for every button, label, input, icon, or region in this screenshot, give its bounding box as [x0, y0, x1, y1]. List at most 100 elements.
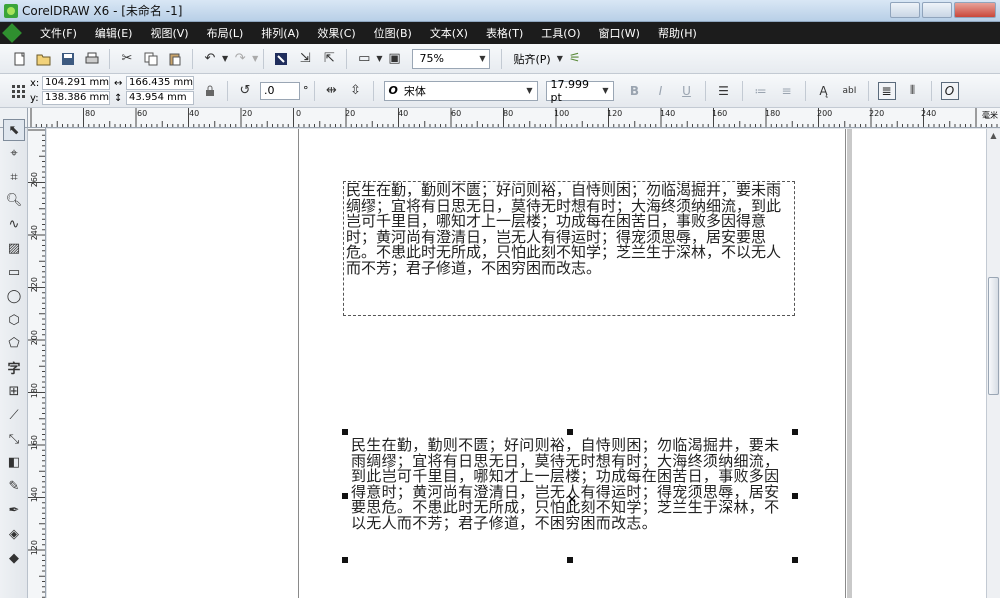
menu-view[interactable]: 视图(V) — [141, 25, 197, 41]
resize-handle-top-left[interactable] — [342, 429, 348, 435]
snap-dropdown-icon[interactable]: ▼ — [557, 54, 563, 63]
menu-window[interactable]: 窗口(W) — [590, 25, 649, 41]
new-document-icon[interactable] — [11, 50, 29, 68]
text-tool-icon[interactable]: 字 — [3, 356, 25, 378]
redo-icon[interactable]: ↷ — [231, 50, 249, 68]
snap-to-button[interactable]: 贴齐(P) — [507, 51, 556, 67]
redo-dropdown-icon[interactable]: ▼ — [252, 54, 258, 63]
full-screen-preview-icon[interactable]: ▣ — [385, 50, 403, 68]
freehand-tool-icon[interactable]: ∿ — [3, 213, 25, 235]
v-tick-label: 160 — [30, 435, 39, 451]
zoom-tool-icon[interactable]: 🔍︎ — [3, 189, 25, 211]
object-origin-icon[interactable] — [9, 82, 27, 100]
minimize-button[interactable] — [890, 2, 920, 18]
selected-text-object[interactable]: 民生在勤，勤则不匮；好问则裕，自恃则困；勿临渴掘井，要未雨绸缪；宜将有日思无日，… — [342, 429, 798, 563]
rotation-angle-field[interactable]: .0 — [260, 81, 300, 100]
application-launcher-icon[interactable]: ▭ — [355, 50, 373, 68]
paragraph-text-frame[interactable]: 民生在勤，勤则不匮；好问则裕，自恃则困；勿临渴掘井，要未雨绸缪；宜将有日思无日，… — [343, 181, 795, 316]
app-menu-icon[interactable] — [2, 23, 22, 43]
smart-fill-tool-icon[interactable]: ▨ — [3, 237, 25, 259]
search-content-icon[interactable] — [272, 50, 290, 68]
scrollbar-thumb[interactable] — [988, 277, 999, 395]
text-alignment-icon[interactable]: ☰ — [715, 82, 733, 100]
maximize-button[interactable] — [922, 2, 952, 18]
drawing-canvas[interactable]: 民生在勤，勤则不匮；好问则裕，自恃则困；勿临渴掘井，要未雨绸缪；宜将有日思无日，… — [47, 129, 986, 598]
menu-table[interactable]: 表格(T) — [477, 25, 532, 41]
center-marker-icon[interactable]: × — [567, 492, 577, 506]
rectangle-tool-icon[interactable]: ▭ — [3, 261, 25, 283]
paragraph-text[interactable]: 民生在勤，勤则不匮；好问则裕，自恃则困；勿临渴掘井，要未雨绸缪；宜将有日思无日，… — [346, 182, 786, 276]
menu-text[interactable]: 文本(X) — [421, 25, 477, 41]
x-position-field[interactable]: 104.291 mm — [42, 76, 110, 90]
bullet-list-icon[interactable]: ≔ — [752, 82, 770, 100]
zoom-level-select[interactable]: 75% ▼ — [412, 48, 491, 69]
menu-tools[interactable]: 工具(O) — [532, 25, 589, 41]
export-icon[interactable]: ⇱ — [320, 50, 338, 68]
save-icon[interactable] — [59, 50, 77, 68]
menu-help[interactable]: 帮助(H) — [649, 25, 706, 41]
blend-tool-icon[interactable]: ◧ — [3, 451, 25, 473]
drop-cap-icon[interactable]: ≡ — [778, 82, 796, 100]
connector-tool-icon[interactable]: ⤡ — [3, 428, 25, 450]
undo-dropdown-icon[interactable]: ▼ — [222, 54, 228, 63]
horizontal-text-icon[interactable]: ≣ — [877, 81, 896, 100]
resize-handle-top[interactable] — [567, 429, 573, 435]
crop-tool-icon[interactable]: ⌗ — [3, 166, 25, 188]
options-icon[interactable]: ⚟ — [566, 50, 584, 68]
table-tool-icon[interactable]: ⊞ — [3, 380, 25, 402]
launcher-dropdown-icon[interactable]: ▼ — [376, 54, 382, 63]
menu-file[interactable]: 文件(F) — [31, 25, 86, 41]
vertical-text-icon[interactable]: ⦀ — [904, 82, 922, 100]
horizontal-ruler[interactable]: 80 60 40 20 0 20 40 60 80 100 120 140 16… — [28, 108, 1000, 128]
color-eyedropper-tool-icon[interactable]: ✎ — [3, 475, 25, 497]
resize-handle-left[interactable] — [342, 493, 348, 499]
font-list-select[interactable]: O 宋体 ▼ — [383, 80, 538, 101]
width-field[interactable]: 166.435 mm — [126, 76, 194, 90]
character-formatting-icon[interactable]: Ą — [815, 82, 833, 100]
menu-arrange[interactable]: 排列(A) — [252, 25, 308, 41]
resize-handle-top-right[interactable] — [792, 429, 798, 435]
menu-edit[interactable]: 编辑(E) — [86, 25, 142, 41]
undo-icon[interactable]: ↶ — [201, 50, 219, 68]
zoom-level-value: 75% — [419, 52, 444, 65]
lock-ratio-icon[interactable] — [201, 82, 219, 100]
underline-icon[interactable]: U — [678, 82, 696, 100]
ellipse-tool-icon[interactable]: ◯ — [3, 285, 25, 307]
pick-tool-icon[interactable]: ⬉ — [3, 119, 25, 141]
interactive-fill-tool-icon[interactable]: ◆ — [3, 547, 25, 569]
edit-text-icon[interactable]: abI — [841, 82, 859, 100]
import-icon[interactable]: ⇲ — [296, 50, 314, 68]
scroll-up-icon[interactable]: ▲ — [989, 131, 998, 140]
vertical-scrollbar[interactable]: ▲ — [986, 129, 1000, 598]
print-icon[interactable] — [83, 50, 101, 68]
italic-icon[interactable]: I — [652, 82, 670, 100]
height-field[interactable]: 43.954 mm — [126, 91, 194, 105]
mirror-horizontal-icon[interactable]: ⇹ — [323, 82, 341, 100]
font-size-select[interactable]: 17.999 pt ▼ — [545, 78, 614, 104]
y-position-field[interactable]: 138.386 mm — [42, 91, 110, 105]
dimension-tool-icon[interactable]: ⟋ — [3, 404, 25, 426]
menu-layout[interactable]: 布局(L) — [198, 25, 253, 41]
basic-shapes-tool-icon[interactable]: ⬠ — [3, 332, 25, 354]
mirror-vertical-icon[interactable]: ⇳ — [347, 82, 365, 100]
copy-icon[interactable] — [142, 50, 160, 68]
paste-icon[interactable] — [166, 50, 184, 68]
polygon-tool-icon[interactable]: ⬡ — [3, 309, 25, 331]
resize-handle-bottom-right[interactable] — [792, 557, 798, 563]
bold-icon[interactable]: B — [626, 82, 644, 100]
resize-handle-bottom[interactable] — [567, 557, 573, 563]
vertical-ruler[interactable]: 260 240 220 200 180 160 140 120 — [28, 128, 46, 598]
close-button[interactable] — [954, 2, 996, 18]
fill-tool-icon[interactable]: ◈ — [3, 523, 25, 545]
resize-handle-bottom-left[interactable] — [342, 557, 348, 563]
cut-icon[interactable]: ✂ — [118, 50, 136, 68]
menu-effects[interactable]: 效果(C) — [308, 25, 364, 41]
menu-bitmaps[interactable]: 位图(B) — [365, 25, 421, 41]
resize-handle-right[interactable] — [792, 493, 798, 499]
h-tick-label: 60 — [451, 109, 462, 118]
shape-tool-icon[interactable]: ⌖ — [3, 142, 25, 164]
outline-pen-tool-icon[interactable]: ✒ — [3, 499, 25, 521]
converted-text[interactable]: 民生在勤，勤则不匮；好问则裕，自恃则困；勿临渴掘井，要未雨绸缪；宜将有日思无日，… — [351, 437, 791, 531]
interactive-opentype-icon[interactable]: O — [940, 81, 959, 100]
open-folder-icon[interactable] — [35, 50, 53, 68]
